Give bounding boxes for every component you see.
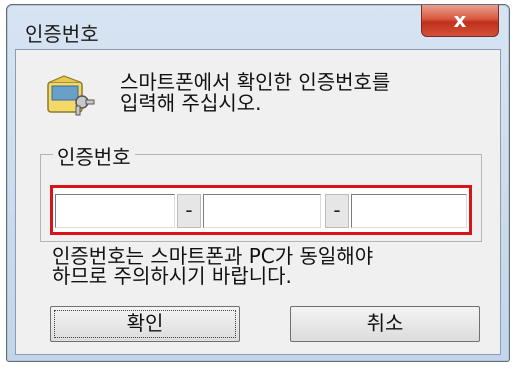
- dialog-title: 인증번호: [25, 22, 99, 46]
- dialog-body: 스마트폰에서 확인한 인증번호를 입력해 주십시오. 인증번호 - - 인증번호…: [15, 49, 501, 355]
- notice-line-1: 인증번호는 스마트폰과 PC가 동일해야: [52, 244, 374, 268]
- title-bar[interactable]: 인증번호 x: [7, 5, 509, 49]
- notice-line-2: 하므로 주의하시기 바랍니다.: [52, 264, 292, 288]
- code-separator-2: -: [325, 194, 349, 228]
- code-groupbox: 인증번호 - -: [40, 141, 482, 242]
- group-label: 인증번호: [53, 141, 135, 170]
- code-highlight-frame: - -: [50, 185, 472, 235]
- cancel-button-label: 취소: [366, 311, 404, 335]
- code-input-3[interactable]: [351, 194, 467, 228]
- instruction-line-2: 입력해 주십시오.: [120, 91, 262, 115]
- cancel-button[interactable]: 취소: [290, 306, 480, 342]
- instruction-line-1: 스마트폰에서 확인한 인증번호를: [120, 70, 391, 94]
- code-input-1[interactable]: [55, 194, 175, 228]
- instruction-text: 스마트폰에서 확인한 인증번호를 입력해 주십시오.: [120, 72, 390, 114]
- code-separator-1: -: [177, 194, 201, 228]
- dialog-window: 인증번호 x 스마트폰에서 확인한 인증번호를 입력해 주십시오. 인증번호 -…: [6, 4, 510, 362]
- code-input-2[interactable]: [203, 194, 321, 228]
- close-button[interactable]: x: [421, 5, 499, 37]
- phone-key-icon: [47, 75, 95, 116]
- focus-rect: [54, 310, 236, 338]
- close-icon: x: [453, 8, 467, 32]
- ok-button[interactable]: 확인: [50, 306, 240, 342]
- notice-text: 인증번호는 스마트폰과 PC가 동일해야 하므로 주의하시기 바랍니다.: [52, 246, 373, 286]
